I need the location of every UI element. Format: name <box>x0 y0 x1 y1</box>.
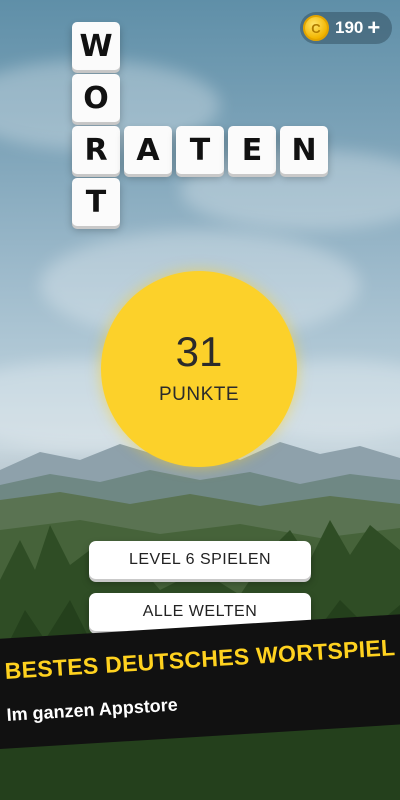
logo-tile: A <box>124 126 172 174</box>
score-value: 31 <box>175 328 223 375</box>
logo-tile: T <box>176 126 224 174</box>
logo-tile: E <box>228 126 276 174</box>
logo-tile: O <box>72 74 120 122</box>
logo-tile: N <box>280 126 328 174</box>
logo-tile: T <box>72 178 120 226</box>
plus-icon[interactable]: + <box>367 17 380 39</box>
coin-balance[interactable]: C 190 + <box>300 12 392 44</box>
score-circle: 31 PUNKTE <box>101 271 297 467</box>
score-label: PUNKTE <box>158 384 240 405</box>
logo-tile: R <box>72 126 120 174</box>
logo-tile: W <box>72 22 120 70</box>
play-level-button[interactable]: LEVEL 6 SPIELEN <box>89 541 311 579</box>
coin-count: 190 <box>335 18 364 37</box>
coin-icon: C <box>303 15 329 41</box>
